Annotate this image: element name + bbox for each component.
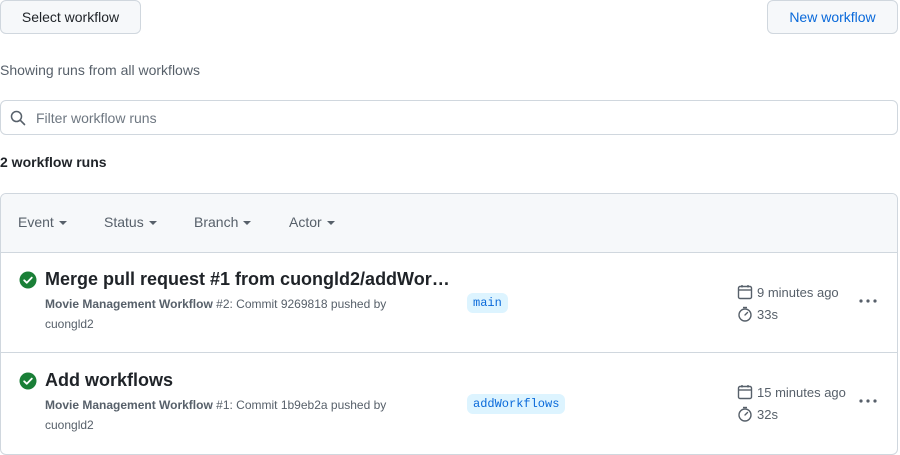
search-input[interactable] xyxy=(36,109,856,126)
stopwatch-icon xyxy=(738,406,752,422)
runs-table-header: Event Status Branch Actor xyxy=(1,194,897,253)
calendar-icon xyxy=(737,285,753,300)
status-filter-label: Status xyxy=(104,214,144,230)
run-age-text: 15 minutes ago xyxy=(757,384,846,400)
runs-table: Event Status Branch Actor Merge pull req… xyxy=(0,193,898,455)
run-duration: 33s xyxy=(737,306,778,322)
chevron-down-icon xyxy=(148,221,157,225)
kebab-menu-icon xyxy=(859,299,877,303)
kebab-menu-icon xyxy=(859,399,877,403)
workflow-name: Movie Management Workflow xyxy=(45,398,213,412)
run-duration-text: 33s xyxy=(757,306,778,322)
workflow-name: Movie Management Workflow xyxy=(45,297,213,311)
workflow-run-count: 2 workflow runs xyxy=(0,154,107,170)
run-title-link[interactable]: Merge pull request #1 from cuongld2/addW… xyxy=(45,269,450,290)
run-duration-text: 32s xyxy=(757,406,778,422)
filter-runs-field[interactable] xyxy=(0,100,898,135)
showing-runs-text: Showing runs from all workflows xyxy=(0,62,200,78)
branch-label[interactable]: addWorkflows xyxy=(467,394,566,414)
workflow-runs-page: Select workflow New workflow Showing run… xyxy=(0,0,900,455)
run-meta: Movie Management Workflow #2: Commit 926… xyxy=(45,294,435,334)
run-age: 9 minutes ago xyxy=(737,284,839,300)
branch-label[interactable]: main xyxy=(467,293,508,313)
run-options-button[interactable] xyxy=(857,293,879,309)
search-icon xyxy=(10,109,28,127)
stopwatch-icon xyxy=(738,306,752,322)
run-age: 15 minutes ago xyxy=(737,384,846,400)
run-duration: 32s xyxy=(737,406,778,422)
check-circle-icon xyxy=(19,372,37,390)
status-filter-dropdown[interactable]: Status xyxy=(104,214,157,230)
chevron-down-icon xyxy=(58,221,67,225)
branch-filter-dropdown[interactable]: Branch xyxy=(194,214,252,230)
check-circle-icon xyxy=(19,271,37,289)
select-workflow-button[interactable]: Select workflow xyxy=(0,0,141,34)
event-filter-dropdown[interactable]: Event xyxy=(18,214,67,230)
chevron-down-icon xyxy=(243,221,252,225)
actor-filter-label: Actor xyxy=(289,214,322,230)
branch-filter-label: Branch xyxy=(194,214,239,230)
new-workflow-button[interactable]: New workflow xyxy=(767,0,898,34)
table-row[interactable]: Merge pull request #1 from cuongld2/addW… xyxy=(1,253,897,353)
run-options-button[interactable] xyxy=(857,393,879,409)
chevron-down-icon xyxy=(326,221,335,225)
run-age-text: 9 minutes ago xyxy=(757,284,839,300)
calendar-icon xyxy=(737,385,753,400)
table-row[interactable]: Add workflows Movie Management Workflow … xyxy=(1,353,897,453)
run-meta: Movie Management Workflow #1: Commit 1b9… xyxy=(45,395,435,435)
event-filter-label: Event xyxy=(18,214,54,230)
actor-filter-dropdown[interactable]: Actor xyxy=(289,214,335,230)
run-title-link[interactable]: Add workflows xyxy=(45,370,173,391)
